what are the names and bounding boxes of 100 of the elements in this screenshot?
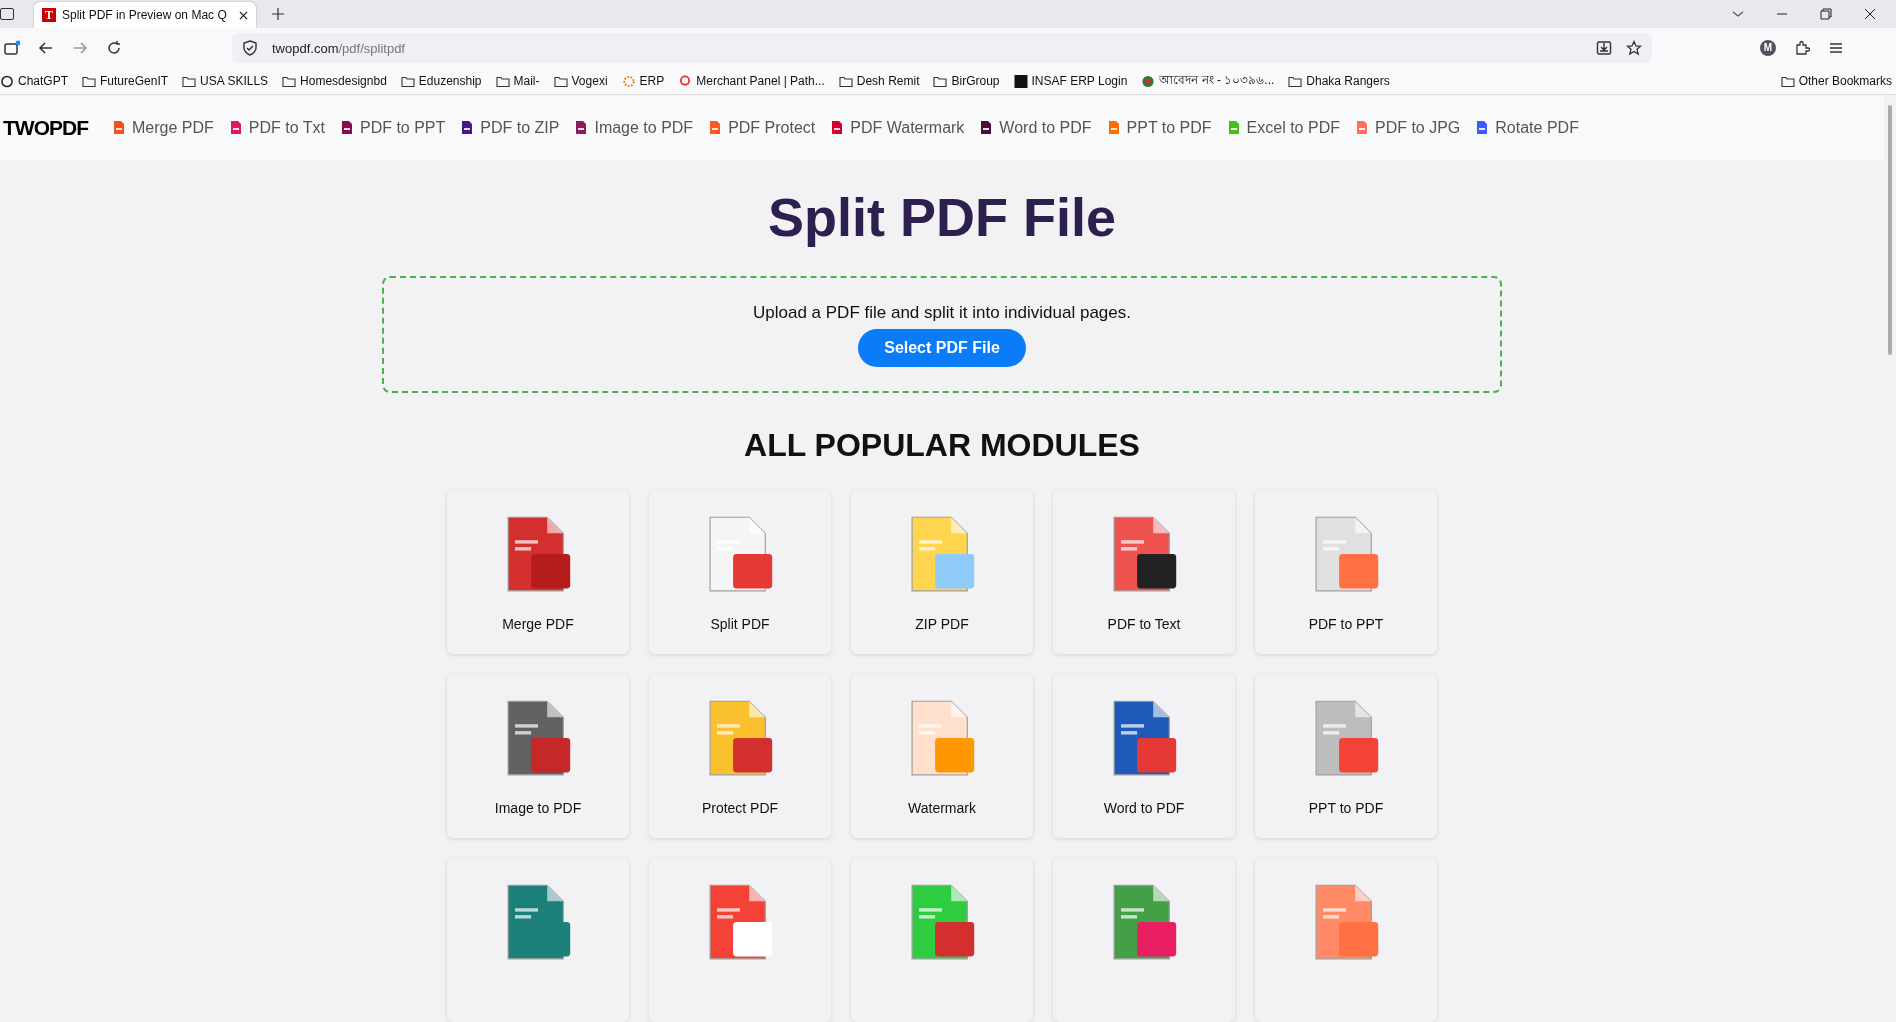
tab-list-icon[interactable] xyxy=(0,8,14,20)
bookmark-item[interactable]: ChatGPT xyxy=(0,74,68,88)
module-card[interactable]: PDF to Text xyxy=(1053,490,1235,654)
module-card[interactable]: Merge PDF xyxy=(447,490,629,654)
bookmark-label: Other Bookmarks xyxy=(1798,74,1892,88)
bookmark-label: INSAF ERP Login xyxy=(1031,74,1128,88)
nav-link[interactable]: Word to PDF xyxy=(981,118,1092,137)
module-card[interactable]: ZIP PDF xyxy=(851,490,1033,654)
module-card[interactable]: Protect PDF xyxy=(649,674,831,838)
folder-icon xyxy=(282,74,297,88)
close-icon[interactable] xyxy=(239,10,248,20)
back-icon[interactable] xyxy=(38,40,54,56)
bookmark-item[interactable]: FutureGenIT xyxy=(82,74,169,88)
bookmark-item[interactable]: Eduzenship xyxy=(400,74,482,88)
bookmark-label: USA SKILLS xyxy=(200,74,269,88)
url-text: twopdf.com/pdf/splitpdf xyxy=(272,40,405,56)
nav-link[interactable]: PPT to PDF xyxy=(1108,118,1212,137)
star-icon[interactable] xyxy=(1626,40,1642,56)
site-icon xyxy=(678,74,693,88)
bookmark-item[interactable]: Mail- xyxy=(495,74,540,88)
address-bar[interactable]: twopdf.com/pdf/splitpdf xyxy=(232,33,1652,63)
section-heading: ALL POPULAR MODULES xyxy=(744,427,1140,464)
module-card[interactable]: Watermark xyxy=(851,674,1033,838)
module-label: Split PDF xyxy=(710,616,770,632)
bookmark-item[interactable]: ERP xyxy=(621,74,665,88)
download-icon[interactable] xyxy=(1596,40,1612,56)
bookmark-item[interactable]: Dhaka Rangers xyxy=(1288,74,1390,88)
module-card[interactable]: PDF to PPT xyxy=(1255,490,1437,654)
bookmark-item[interactable]: Vogexi xyxy=(553,74,608,88)
folder-icon xyxy=(400,74,415,88)
restore-icon[interactable] xyxy=(1820,8,1832,20)
bookmark-item[interactable]: INSAF ERP Login xyxy=(1013,74,1128,88)
module-card[interactable] xyxy=(851,858,1033,1022)
module-card[interactable] xyxy=(649,858,831,1022)
close-window-icon[interactable] xyxy=(1864,8,1876,20)
nav-link[interactable]: PDF to Txt xyxy=(230,118,325,137)
module-card[interactable]: Image to PDF xyxy=(447,674,629,838)
bookmark-label: Eduzenship xyxy=(418,74,482,88)
site-icon xyxy=(1013,74,1028,88)
bookmark-label: ChatGPT xyxy=(18,74,68,88)
forward-icon[interactable] xyxy=(72,40,88,56)
bookmark-label: Homesdesignbd xyxy=(300,74,387,88)
folder-icon xyxy=(1780,74,1795,88)
bookmark-label: আবেদন নং - ১০৩৯৬... xyxy=(1159,72,1275,89)
nav-link[interactable]: Merge PDF xyxy=(114,118,214,137)
tab-title: Split PDF in Preview on Mac Q xyxy=(62,8,228,22)
nav-link[interactable]: PDF to ZIP xyxy=(462,118,560,137)
extensions-icon[interactable] xyxy=(1794,40,1810,56)
module-card[interactable] xyxy=(1053,858,1235,1022)
menu-icon[interactable] xyxy=(1828,40,1844,56)
bookmark-item[interactable]: Desh Remit xyxy=(838,74,920,88)
browser-tab[interactable]: T Split PDF in Preview on Mac Q xyxy=(34,2,256,28)
bookmark-label: Vogexi xyxy=(571,74,608,88)
bookmark-item[interactable]: BirGroup xyxy=(933,74,1000,88)
module-card[interactable]: PPT to PDF xyxy=(1255,674,1437,838)
bookmark-label: BirGroup xyxy=(951,74,1000,88)
folder-icon xyxy=(495,74,510,88)
site-logo[interactable]: TWOPDF xyxy=(3,115,88,140)
favicon-icon: T xyxy=(42,8,56,22)
upload-dropzone[interactable]: Upload a PDF file and split it into individual pages. Select PDF File xyxy=(382,276,1502,393)
folder-icon xyxy=(182,74,197,88)
module-label: PDF to PPT xyxy=(1308,616,1384,632)
module-label: Word to PDF xyxy=(1103,800,1185,816)
nav-link[interactable]: Rotate PDF xyxy=(1477,118,1579,137)
bookmark-label: Mail- xyxy=(513,74,540,88)
site-icon xyxy=(621,74,636,88)
nav-link[interactable]: PDF to JPG xyxy=(1356,118,1461,137)
new-tab-icon[interactable] xyxy=(272,8,284,20)
shield-icon[interactable] xyxy=(242,40,258,56)
site-icon xyxy=(0,74,14,88)
nav-link[interactable]: PDF Protect xyxy=(710,118,816,137)
nav-link[interactable]: PDF Watermark xyxy=(832,118,965,137)
module-card[interactable]: Split PDF xyxy=(649,490,831,654)
module-label: ZIP PDF xyxy=(915,616,969,632)
bookmark-label: FutureGenIT xyxy=(100,74,169,88)
module-card[interactable]: Word to PDF xyxy=(1053,674,1235,838)
bookmark-item[interactable]: Homesdesignbd xyxy=(282,74,387,88)
module-label: Merge PDF xyxy=(502,616,574,632)
module-label: Image to PDF xyxy=(494,800,582,816)
bookmark-item[interactable]: Other Bookmarks xyxy=(1780,74,1892,88)
reload-icon[interactable] xyxy=(106,40,122,56)
select-file-button[interactable]: Select PDF File xyxy=(858,328,1026,367)
nav-link[interactable]: Image to PDF xyxy=(576,118,694,137)
module-label: Watermark xyxy=(908,800,976,816)
upload-instructions: Upload a PDF file and split it into individual pages. xyxy=(753,302,1131,323)
nav-link[interactable]: Excel to PDF xyxy=(1228,118,1340,137)
module-label: Protect PDF xyxy=(701,800,779,816)
module-label: PDF to Text xyxy=(1107,616,1181,632)
sidebar-icon[interactable] xyxy=(4,40,20,56)
folder-icon xyxy=(82,74,96,88)
folder-icon xyxy=(1288,74,1303,88)
folder-icon xyxy=(838,74,853,88)
module-card[interactable] xyxy=(447,858,629,1022)
nav-link[interactable]: PDF to PPT xyxy=(341,118,446,137)
module-label: PPT to PDF xyxy=(1308,800,1384,816)
bookmark-label: ERP xyxy=(639,74,665,88)
bookmark-item[interactable]: USA SKILLS xyxy=(182,74,269,88)
bookmark-item[interactable]: আবেদন নং - ১০৩৯৬... xyxy=(1141,71,1275,91)
profile-avatar[interactable]: M xyxy=(1760,40,1776,56)
folder-icon xyxy=(553,74,568,88)
